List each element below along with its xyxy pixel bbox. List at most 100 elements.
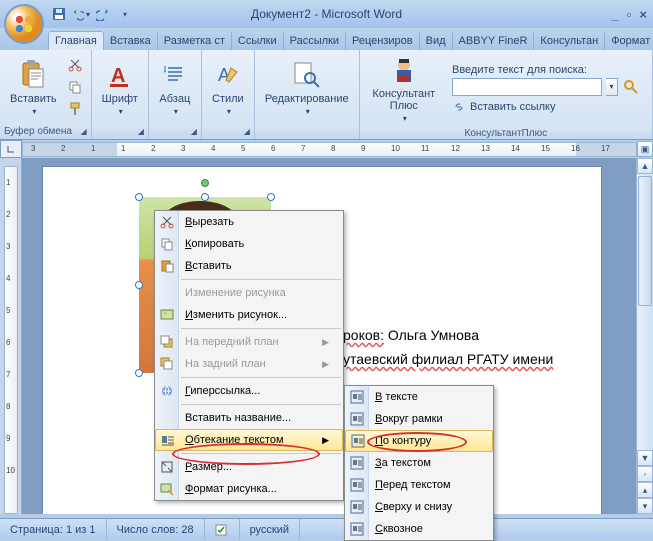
search-go-button[interactable]	[622, 78, 640, 96]
vertical-ruler[interactable]: 12345678910	[0, 158, 22, 514]
menu-item[interactable]: Перед текстом	[345, 474, 493, 496]
status-spellcheck[interactable]	[205, 519, 240, 540]
tab-mailings[interactable]: Рассылки	[284, 32, 346, 50]
copy-icon	[158, 235, 176, 253]
editing-button[interactable]: Редактирование▾	[259, 57, 355, 118]
resize-handle[interactable]	[267, 193, 275, 201]
consultant-label: Консультант Плюс	[370, 88, 438, 112]
tab-review[interactable]: Рецензиров	[346, 32, 420, 50]
menu-item[interactable]: Изменить рисунок...	[155, 304, 343, 326]
window-title: Документ2 - Microsoft Word	[251, 7, 402, 21]
magnifier-icon	[623, 79, 639, 95]
menu-item[interactable]: В тексте	[345, 386, 493, 408]
wrapopt-icon	[348, 520, 366, 538]
vertical-scrollbar[interactable]: ▲ ▼ ◦ ▴ ▾	[636, 158, 653, 514]
paste-button[interactable]: Вставить ▾	[4, 57, 63, 118]
dialog-launcher-icon[interactable]: ◢	[244, 127, 250, 136]
wrapopt-icon	[348, 476, 366, 494]
cut-button[interactable]	[65, 55, 85, 75]
menu-item[interactable]: Вокруг рамки	[345, 408, 493, 430]
restore-button[interactable]: ▫	[627, 7, 632, 22]
group-consultant: Консультант Плюс▾ Введите текст для поис…	[360, 50, 653, 139]
qat-undo[interactable]: ▾	[72, 5, 90, 23]
tab-insert[interactable]: Вставка	[104, 32, 158, 50]
scroll-down-button[interactable]: ▼	[637, 450, 653, 466]
dialog-launcher-icon[interactable]: ◢	[191, 127, 197, 136]
scroll-thumb[interactable]	[638, 176, 652, 306]
tab-consultant[interactable]: Консультан	[534, 32, 605, 50]
back-icon	[158, 355, 176, 373]
menu-item[interactable]: Сквозное	[345, 518, 493, 540]
spellcheck-icon	[215, 523, 229, 537]
dialog-launcher-icon[interactable]: ◢	[80, 127, 86, 136]
resize-handle[interactable]	[201, 193, 209, 201]
status-page[interactable]: Страница: 1 из 1	[0, 519, 107, 540]
rotate-handle[interactable]	[201, 179, 209, 187]
insert-link-button[interactable]: Вставить ссылку	[452, 100, 640, 114]
format-painter-button[interactable]	[65, 99, 85, 119]
tab-references[interactable]: Ссылки	[232, 32, 284, 50]
menu-item[interactable]: Сверху и снизу	[345, 496, 493, 518]
svg-text:A: A	[111, 65, 125, 87]
tab-format[interactable]: Формат	[605, 32, 653, 50]
dialog-launcher-icon[interactable]: ◢	[138, 127, 144, 136]
menu-item-label: Изменение рисунка	[185, 287, 286, 299]
tab-view[interactable]: Вид	[420, 32, 453, 50]
consultant-button[interactable]: Консультант Плюс▾	[364, 52, 444, 125]
styles-button[interactable]: A Стили▾	[206, 57, 250, 118]
tab-home[interactable]: Главная	[48, 31, 104, 50]
resize-handle[interactable]	[135, 281, 143, 289]
menu-item[interactable]: Размер...	[155, 456, 343, 478]
insert-link-label: Вставить ссылку	[470, 101, 555, 113]
close-button[interactable]: ×	[639, 7, 647, 22]
font-button[interactable]: A Шрифт▾	[96, 57, 144, 118]
search-dropdown[interactable]: ▾	[606, 78, 618, 96]
qat-save[interactable]	[50, 5, 68, 23]
menu-item[interactable]: Вставить название...	[155, 407, 343, 429]
consultant-icon	[388, 54, 420, 86]
styles-icon: A	[212, 59, 244, 91]
resize-handle[interactable]	[135, 369, 143, 377]
menu-item[interactable]: Вырезать	[155, 211, 343, 233]
find-icon	[291, 59, 323, 91]
status-words[interactable]: Число слов: 28	[107, 519, 205, 540]
resize-handle[interactable]	[135, 193, 143, 201]
next-page-button[interactable]: ▾	[637, 498, 653, 514]
paragraph-button[interactable]: Абзац▾	[153, 57, 197, 118]
submenu-arrow-icon: ▶	[322, 359, 329, 370]
status-language[interactable]: русский	[240, 519, 300, 540]
menu-item[interactable]: За текстом	[345, 452, 493, 474]
ruler-toggle-button[interactable]: ▣	[637, 141, 653, 157]
menu-item[interactable]: Формат рисунка...	[155, 478, 343, 500]
blank-icon	[158, 284, 176, 302]
menu-item: На передний план▶	[155, 331, 343, 353]
tab-page-layout[interactable]: Разметка ст	[158, 32, 232, 50]
context-menu: ВырезатьКопироватьВставить Изменение рису…	[154, 210, 344, 501]
menu-item-label: Вставить название...	[185, 412, 291, 424]
menu-item[interactable]: По контуру	[345, 430, 493, 452]
browse-object-button[interactable]: ◦	[637, 466, 653, 482]
ruler-corner[interactable]	[0, 140, 22, 158]
wrapopt-icon	[348, 498, 366, 516]
ruler-row: 3211234567891011121314151617 ▣	[0, 140, 653, 158]
menu-item-label: Перед текстом	[375, 479, 451, 491]
tab-abbyy[interactable]: ABBYY FineR	[453, 32, 535, 50]
size-icon	[158, 458, 176, 476]
menu-item[interactable]: Вставить	[155, 255, 343, 277]
qat-redo[interactable]	[94, 5, 112, 23]
qat-customize[interactable]: ▾	[116, 5, 134, 23]
ribbon: Вставить ▾ Буфер обмена ◢ A Шрифт▾ ◢ Абза…	[0, 50, 653, 140]
consultant-search-input[interactable]	[452, 78, 602, 96]
menu-item[interactable]: Копировать	[155, 233, 343, 255]
office-button[interactable]	[4, 4, 44, 44]
horizontal-ruler[interactable]: 3211234567891011121314151617	[22, 142, 637, 157]
quick-access-toolbar: ▾ ▾	[50, 5, 134, 23]
menu-item[interactable]: Гиперссылка...	[155, 380, 343, 402]
copy-button[interactable]	[65, 77, 85, 97]
scroll-up-button[interactable]: ▲	[637, 158, 653, 174]
prev-page-button[interactable]: ▴	[637, 482, 653, 498]
menu-item[interactable]: Обтекание текстом▶	[155, 429, 343, 451]
minimize-button[interactable]: _	[612, 7, 619, 22]
clipboard-group-label: Буфер обмена	[4, 126, 72, 137]
menu-item-label: По контуру	[375, 435, 431, 447]
